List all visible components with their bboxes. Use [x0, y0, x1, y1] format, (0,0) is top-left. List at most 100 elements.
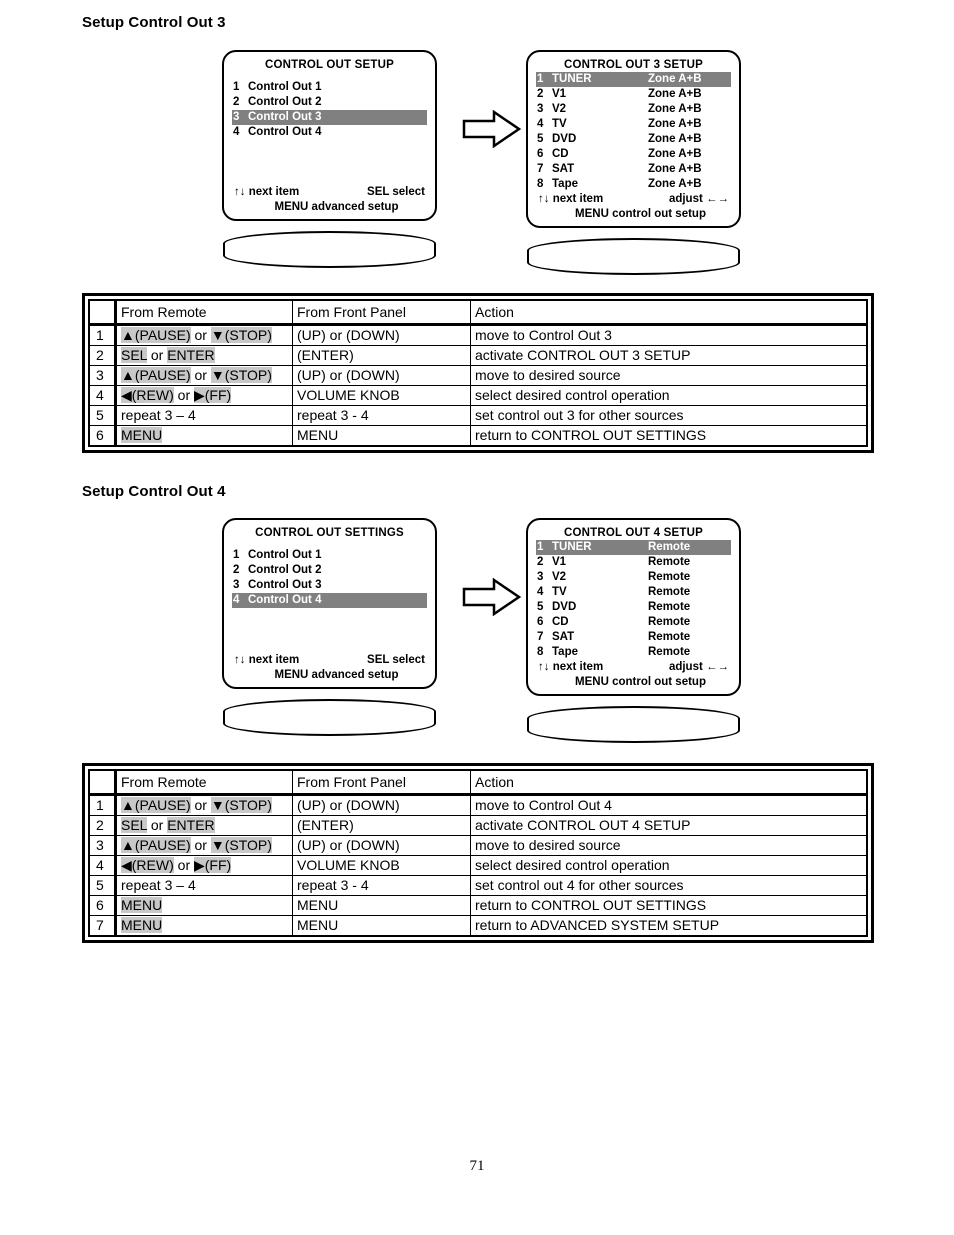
remote-key-badge[interactable]: MENU: [121, 897, 163, 913]
remote-key-badge[interactable]: ▲(PAUSE): [121, 797, 191, 813]
osd-row[interactable]: 4 TV Remote: [536, 585, 731, 600]
osd-row-value: [344, 578, 426, 593]
osd-row-value: Remote: [648, 616, 691, 628]
table-row: 2 SEL or ENTER (ENTER) activate CONTROL OUT…: [90, 815, 866, 835]
osd-row[interactable]: 3 V2 Remote: [536, 570, 731, 585]
front-panel-cell: (UP) or (DOWN): [293, 326, 471, 345]
table-header: From Remote From Front Panel Action: [88, 299, 868, 326]
osd-row-selected[interactable]: 4 Control Out 4: [232, 593, 427, 608]
osd-row-value: [344, 563, 426, 578]
osd-hint-menu: MENU advanced setup: [274, 669, 399, 681]
osd-row-selected[interactable]: 1 TUNER Remote: [536, 540, 731, 555]
osd-row[interactable]: 4 TV Zone A+B: [536, 117, 731, 132]
remote-key-badge[interactable]: ▼(STOP): [210, 837, 272, 853]
osd-row-number: 8: [537, 646, 544, 658]
osd-hint-menu: MENU control out setup: [575, 676, 706, 688]
remote-key-badge[interactable]: MENU: [121, 427, 163, 443]
osd-hint-navigate: ↑↓ next item: [234, 654, 300, 666]
osd-title-gap: [232, 71, 427, 80]
step-number: 2: [90, 816, 117, 835]
osd-row-value: [344, 80, 426, 95]
osd-row[interactable]: 2 Control Out 2: [232, 563, 427, 578]
remote-key-badge[interactable]: ▲(PAUSE): [121, 837, 191, 853]
osd-row[interactable]: 7 SAT Remote: [536, 630, 731, 645]
remote-key-badge[interactable]: MENU: [121, 917, 163, 933]
osd-row[interactable]: 3 Control Out 3: [232, 578, 427, 593]
osd-row-selected[interactable]: 3 Control Out 3: [232, 110, 427, 125]
osd-row-value: Remote: [648, 541, 691, 553]
osd-row[interactable]: 5 DVD Remote: [536, 600, 731, 615]
osd-row[interactable]: 2 V1 Zone A+B: [536, 87, 731, 102]
remote-key-badge[interactable]: SEL: [121, 817, 147, 833]
osd-row-selected[interactable]: 1 TUNER Zone A+B: [536, 72, 731, 87]
osd-row[interactable]: 8 Tape Zone A+B: [536, 177, 731, 192]
page-title-control-out-4: Setup Control Out 4: [82, 483, 226, 500]
osd-blank-row: [232, 638, 427, 653]
osd-hint-navigate: ↑↓ next item: [538, 661, 604, 673]
remote-key-badge[interactable]: ▲(PAUSE): [121, 367, 191, 383]
remote-key-badge[interactable]: ENTER: [167, 817, 215, 833]
osd-row[interactable]: 2 V1 Remote: [536, 555, 731, 570]
remote-key-badge[interactable]: ▶(FF): [194, 387, 232, 403]
table-header-row: From Remote From Front Panel Action: [90, 771, 866, 793]
osd-title: CONTROL OUT SETTINGS: [255, 527, 404, 539]
osd-row-label: Tape: [552, 178, 578, 190]
remote-key-badge[interactable]: ▼(STOP): [210, 327, 272, 343]
remote-keys-cell: ◀(REW) or ▶(FF): [117, 856, 293, 875]
osd-row[interactable]: 6 CD Zone A+B: [536, 147, 731, 162]
remote-keys-cell: MENU: [117, 896, 293, 915]
remote-key-separator: or: [173, 857, 194, 873]
osd-row-number: 1: [233, 549, 240, 561]
osd-row-number: 4: [537, 118, 544, 130]
front-panel-cell: VOLUME KNOB: [293, 856, 471, 875]
remote-key-badge[interactable]: ENTER: [167, 347, 215, 363]
osd-row-number: 4: [233, 126, 240, 138]
step-number: 7: [90, 916, 117, 935]
remote-keys-cell: repeat 3 – 4: [117, 406, 293, 425]
osd-row[interactable]: 6 CD Remote: [536, 615, 731, 630]
action-cell: select desired control operation: [475, 857, 670, 873]
osd-screen-control-out-settings: CONTROL OUT SETTINGS 1 Control Out 1 2 Contr…: [222, 518, 437, 736]
col-header-action: Action: [475, 774, 514, 790]
remote-key-badge[interactable]: ▼(STOP): [210, 367, 272, 383]
page-number: 71: [469, 1158, 485, 1174]
col-header-from-remote: From Remote: [117, 301, 293, 323]
remote-key-badge[interactable]: ◀(REW): [121, 387, 174, 403]
osd-row-label: CD: [552, 148, 569, 160]
remote-key-badge[interactable]: ▼(STOP): [210, 797, 272, 813]
osd-row[interactable]: 8 Tape Remote: [536, 645, 731, 660]
remote-key-badge[interactable]: SEL: [121, 347, 147, 363]
osd-row-label: Tape: [552, 646, 578, 658]
remote-keys-cell: ▲(PAUSE) or ▼(STOP): [117, 796, 293, 815]
osd-bezel: CONTROL OUT 4 SETUP 1 TUNER Remote 2 V1 Remote…: [526, 518, 741, 696]
osd-hint-navigate: ↑↓ next item: [234, 186, 300, 198]
osd-hint-action: SEL select: [367, 186, 425, 198]
osd-row[interactable]: 1 Control Out 1: [232, 548, 427, 563]
osd-row-label: TUNER: [552, 541, 592, 553]
remote-key-badge[interactable]: ▶(FF): [194, 857, 232, 873]
remote-key-badge[interactable]: ▲(PAUSE): [121, 327, 191, 343]
osd-row-label: TV: [552, 586, 567, 598]
osd-row-value: [344, 593, 426, 608]
remote-keys-cell: SEL or ENTER: [117, 816, 293, 835]
remote-key-badge[interactable]: ◀(REW): [121, 857, 174, 873]
osd-row-value: [344, 548, 426, 563]
step-number: 3: [90, 836, 117, 855]
osd-row-number: 2: [233, 96, 240, 108]
osd-screen-control-out-setup: CONTROL OUT SETUP 1 Control Out 1 2 Control …: [222, 50, 437, 268]
osd-row[interactable]: 1 Control Out 1: [232, 80, 427, 95]
osd-row-number: 8: [537, 178, 544, 190]
osd-row-number: 7: [537, 631, 544, 643]
action-cell: select desired control operation: [475, 387, 670, 403]
osd-screen-control-out-4-setup: CONTROL OUT 4 SETUP 1 TUNER Remote 2 V1 Remote…: [526, 518, 741, 743]
osd-row[interactable]: 4 Control Out 4: [232, 125, 427, 140]
osd-row[interactable]: 2 Control Out 2: [232, 95, 427, 110]
osd-row[interactable]: 3 V2 Zone A+B: [536, 102, 731, 117]
action-cell: set control out 4 for other sources: [475, 877, 684, 893]
osd-row-label: V1: [552, 88, 567, 100]
osd-row[interactable]: 5 DVD Zone A+B: [536, 132, 731, 147]
osd-blank-row: [232, 140, 427, 155]
osd-row[interactable]: 7 SAT Zone A+B: [536, 162, 731, 177]
osd-row-value: Remote: [648, 601, 691, 613]
osd-title: CONTROL OUT 3 SETUP: [563, 59, 704, 71]
